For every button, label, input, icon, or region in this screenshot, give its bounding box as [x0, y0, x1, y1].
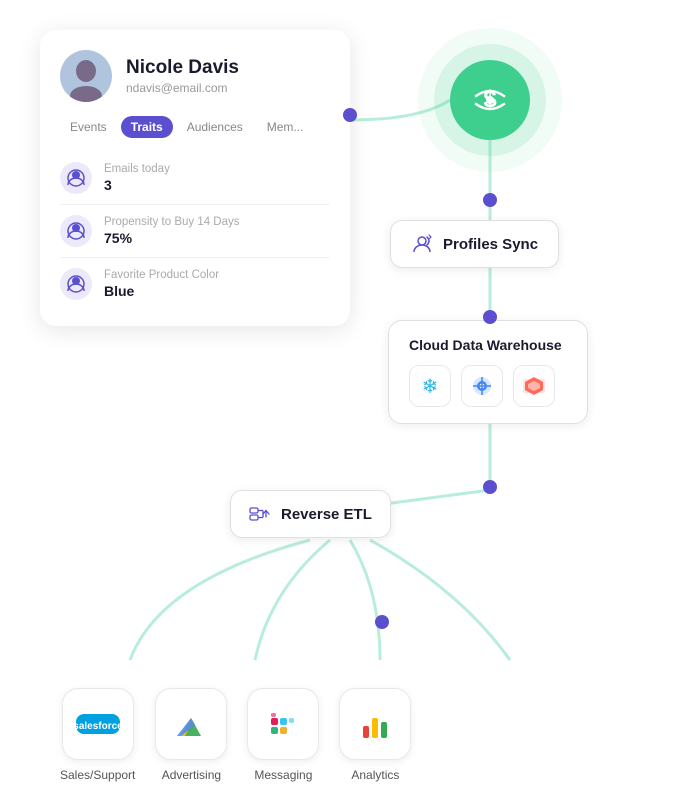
profile-info: Nicole Davis ndavis@email.com	[126, 57, 239, 96]
tab-mem[interactable]: Mem...	[257, 116, 314, 138]
tab-audiences[interactable]: Audiences	[177, 116, 253, 138]
tab-traits[interactable]: Traits	[121, 116, 173, 138]
trait-content-emails: Emails today 3	[104, 162, 170, 193]
dest-card-analytics: Analytics	[339, 688, 411, 782]
dot-2	[483, 310, 497, 324]
svg-text:❄: ❄	[422, 376, 439, 398]
trait-value-emails: 3	[104, 177, 170, 193]
dest-label-messaging: Messaging	[254, 768, 312, 782]
salesforce-icon-box: salesforce	[62, 688, 134, 760]
trait-value-color: Blue	[104, 283, 219, 299]
reverse-etl-icon	[249, 503, 271, 525]
warehouse-title: Cloud Data Warehouse	[409, 337, 567, 353]
profile-email: ndavis@email.com	[126, 81, 239, 95]
warehouse-node: Cloud Data Warehouse ❄	[388, 320, 588, 424]
profile-card: Nicole Davis ndavis@email.com Events Tra…	[40, 30, 350, 326]
segment-logo-icon: $	[468, 78, 512, 122]
reverse-etl-node: Reverse ETL	[230, 490, 391, 538]
trait-icon-propensity	[60, 215, 92, 247]
bigquery-icon	[469, 373, 495, 399]
tab-events[interactable]: Events	[60, 116, 117, 138]
salesforce-icon: salesforce	[74, 708, 122, 740]
svg-text:salesforce: salesforce	[74, 721, 122, 732]
trait-value-propensity: 75%	[104, 230, 240, 246]
trait-label-propensity: Propensity to Buy 14 Days	[104, 215, 240, 230]
warehouse-icons: ❄	[409, 365, 567, 407]
profile-header: Nicole Davis ndavis@email.com	[60, 50, 330, 102]
main-canvas: $ Nicole Davis ndavis@email.com Events T…	[0, 0, 678, 812]
trait-label-color: Favorite Product Color	[104, 268, 219, 283]
avatar	[60, 50, 112, 102]
dot-1	[483, 193, 497, 207]
dot-4	[375, 615, 389, 629]
trait-icon-color	[60, 268, 92, 300]
dest-label-advertising: Advertising	[162, 768, 221, 782]
bigquery-icon-box	[461, 365, 503, 407]
trait-row-propensity: Propensity to Buy 14 Days 75%	[60, 205, 330, 258]
person-icon-2	[67, 222, 85, 240]
dot-3	[483, 480, 497, 494]
databricks-icon-box	[513, 365, 555, 407]
slack-icon	[263, 704, 303, 744]
databricks-icon	[521, 373, 547, 399]
profiles-sync-label: Profiles Sync	[443, 236, 538, 253]
profile-name: Nicole Davis	[126, 57, 239, 80]
snowflake-icon-box: ❄	[409, 365, 451, 407]
analytics-icon-box	[339, 688, 411, 760]
profiles-sync-icon	[411, 233, 433, 255]
trait-content-color: Favorite Product Color Blue	[104, 268, 219, 299]
dest-card-slack: Messaging	[247, 688, 319, 782]
reverse-etl-label: Reverse ETL	[281, 506, 372, 523]
person-icon	[67, 169, 85, 187]
trait-row-color: Favorite Product Color Blue	[60, 258, 330, 310]
google-ads-icon-box	[155, 688, 227, 760]
dest-card-google-ads: Advertising	[155, 688, 227, 782]
profile-tabs: Events Traits Audiences Mem...	[60, 116, 330, 138]
trait-content-propensity: Propensity to Buy 14 Days 75%	[104, 215, 240, 246]
snowflake-icon: ❄	[417, 373, 443, 399]
trait-icon-emails	[60, 162, 92, 194]
dest-label-salesforce: Sales/Support	[60, 768, 135, 782]
person-icon-3	[67, 275, 85, 293]
dest-card-salesforce: salesforce Sales/Support	[60, 688, 135, 782]
dot-5	[343, 108, 357, 122]
slack-icon-box	[247, 688, 319, 760]
profiles-sync-node: Profiles Sync	[390, 220, 559, 268]
segment-logo-circle: $	[450, 60, 530, 140]
trait-label-emails: Emails today	[104, 162, 170, 177]
google-ads-icon	[171, 704, 211, 744]
trait-row-emails: Emails today 3	[60, 152, 330, 205]
analytics-icon	[355, 704, 395, 744]
avatar-silhouette-icon	[68, 58, 104, 102]
destinations-row: salesforce Sales/Support Advertising	[60, 688, 411, 782]
dest-label-analytics: Analytics	[351, 768, 399, 782]
